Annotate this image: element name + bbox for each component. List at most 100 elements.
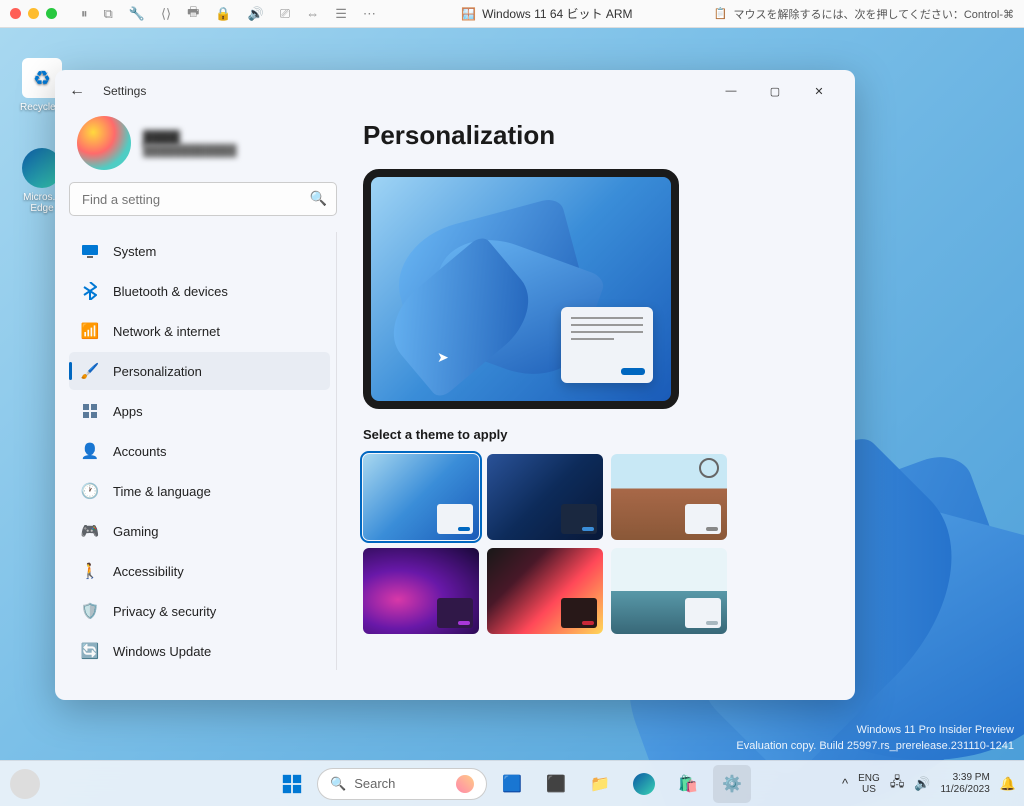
widgets-button[interactable] bbox=[10, 769, 40, 799]
search-icon: 🔍 bbox=[330, 776, 346, 792]
nav-icon: 🖌️ bbox=[81, 362, 99, 380]
nav-label: Bluetooth & devices bbox=[113, 284, 228, 299]
maximize-button[interactable]: ▢ bbox=[753, 76, 797, 106]
nav-icon: 📶 bbox=[81, 322, 99, 340]
copilot-button[interactable]: 🟦 bbox=[493, 765, 531, 803]
sidebar-item-bluetooth-devices[interactable]: Bluetooth & devices bbox=[69, 272, 330, 310]
theme-captured-motion[interactable] bbox=[611, 548, 727, 634]
nav-label: Windows Update bbox=[113, 644, 211, 659]
search-highlight-icon bbox=[456, 775, 474, 793]
theme-dark[interactable] bbox=[487, 454, 603, 540]
language-indicator[interactable]: ENG US bbox=[858, 773, 880, 795]
sidebar-item-network-internet[interactable]: 📶 Network & internet bbox=[69, 312, 330, 350]
search-input[interactable] bbox=[69, 182, 337, 216]
sound-icon[interactable]: 🔊 bbox=[244, 6, 268, 22]
search-box: 🔍 bbox=[69, 182, 337, 216]
minimize-button[interactable]: — bbox=[709, 76, 753, 106]
settings-window: ← Settings — ▢ ✕ ████ ████████████ bbox=[55, 70, 855, 700]
theme-glow[interactable] bbox=[363, 548, 479, 634]
back-button[interactable]: ← bbox=[69, 82, 85, 100]
avatar bbox=[77, 116, 131, 170]
vm-toolbar: ⏸ ⧉ 🔧 ⟨⟩ 🖶 🔒 🔊 ⎚ ⇔ ☰ ⋯ 🪟 Windows 11 64 ビ… bbox=[0, 0, 1024, 28]
camera-icon[interactable]: ⎚ bbox=[276, 6, 294, 22]
list-icon[interactable]: ☰ bbox=[331, 6, 351, 22]
nav-label: Privacy & security bbox=[113, 604, 216, 619]
nav-icon bbox=[81, 402, 99, 420]
explorer-button[interactable]: 📁 bbox=[581, 765, 619, 803]
edge-taskbar-button[interactable] bbox=[625, 765, 663, 803]
nav-icon: 🕐 bbox=[81, 482, 99, 500]
theme-light[interactable] bbox=[363, 454, 479, 540]
vm-hint-text: マウスを解除するには、次を押してください：Control-⌘ bbox=[734, 6, 1014, 22]
usb-icon[interactable]: ⇔ bbox=[302, 6, 323, 21]
profile-email: ████████████ bbox=[143, 145, 237, 157]
traffic-lights bbox=[10, 8, 57, 19]
sidebar-item-gaming[interactable]: 🎮 Gaming bbox=[69, 512, 330, 550]
close-traffic-light[interactable] bbox=[10, 8, 21, 19]
taskbar: 🔍 Search 🟦 ⬛ 📁 🛍️ ⚙️ ^ ENG US 🖧 🔊 3:39 P… bbox=[0, 760, 1024, 806]
preview-card bbox=[561, 307, 653, 383]
sidebar-item-personalization[interactable]: 🖌️Personalization bbox=[69, 352, 330, 390]
nav-label: Network & internet bbox=[113, 324, 220, 339]
time-text: 3:39 PM bbox=[941, 772, 990, 784]
fullscreen-traffic-light[interactable] bbox=[46, 8, 57, 19]
sidebar-item-time-language[interactable]: 🕐Time & language bbox=[69, 472, 330, 510]
sidebar-item-accessibility[interactable]: 🚶 Accessibility bbox=[69, 552, 330, 590]
theme-flow[interactable] bbox=[487, 548, 603, 634]
settings-titlebar: ← Settings — ▢ ✕ bbox=[55, 70, 855, 112]
nav-label: Accessibility bbox=[113, 564, 184, 579]
theme-grid bbox=[363, 454, 827, 634]
watermark-line2: Evaluation copy. Build 25997.rs_prerelea… bbox=[736, 739, 1014, 754]
nav-icon: 🛡️ bbox=[81, 602, 99, 620]
volume-icon[interactable]: 🔊 bbox=[914, 776, 930, 792]
task-view-button[interactable]: ⬛ bbox=[537, 765, 575, 803]
snapshot-icon[interactable]: ⧉ bbox=[100, 6, 117, 22]
nav-icon bbox=[81, 282, 99, 300]
nav-icon bbox=[81, 242, 99, 260]
sidebar-item-system[interactable]: System bbox=[69, 232, 330, 270]
tray-chevron-icon[interactable]: ^ bbox=[842, 776, 848, 791]
profile-name: ████ bbox=[143, 130, 237, 145]
nav-icon: 🚶 bbox=[81, 562, 99, 580]
nav-label: Apps bbox=[113, 404, 143, 419]
theme-sunrise[interactable] bbox=[611, 454, 727, 540]
theme-preview: ➤ bbox=[363, 169, 679, 409]
network-icon[interactable]: 🖧 bbox=[890, 773, 905, 795]
wrench-icon[interactable]: 🔧 bbox=[125, 6, 149, 22]
sidebar-item-accounts[interactable]: 👤Accounts bbox=[69, 432, 330, 470]
window-controls: — ▢ ✕ bbox=[709, 76, 841, 106]
clipboard-icon: 📋 bbox=[714, 7, 728, 20]
taskbar-center: 🔍 Search 🟦 ⬛ 📁 🛍️ ⚙️ bbox=[273, 765, 751, 803]
nav-label: Accounts bbox=[113, 444, 166, 459]
close-button[interactable]: ✕ bbox=[797, 76, 841, 106]
store-button[interactable]: 🛍️ bbox=[669, 765, 707, 803]
code-icon[interactable]: ⟨⟩ bbox=[157, 6, 175, 22]
dots-icon[interactable]: ⋯ bbox=[359, 6, 380, 22]
search-icon[interactable]: 🔍 bbox=[310, 190, 327, 207]
pause-icon[interactable]: ⏸ bbox=[77, 6, 92, 22]
nav-list: System Bluetooth & devices 📶 Network & inte… bbox=[69, 232, 337, 670]
settings-taskbar-button[interactable]: ⚙️ bbox=[713, 765, 751, 803]
clock[interactable]: 3:39 PM 11/26/2023 bbox=[941, 772, 990, 796]
profile-section[interactable]: ████ ████████████ bbox=[69, 112, 337, 182]
taskbar-search[interactable]: 🔍 Search bbox=[317, 768, 487, 800]
watermark: Windows 11 Pro Insider Preview Evaluatio… bbox=[736, 723, 1014, 754]
settings-main: Personalization ➤ Select a theme to appl… bbox=[351, 112, 855, 700]
sidebar-item-windows-update[interactable]: 🔄Windows Update bbox=[69, 632, 330, 670]
lang-primary: ENG bbox=[858, 773, 880, 784]
nav-label: Gaming bbox=[113, 524, 159, 539]
sidebar-item-apps[interactable]: Apps bbox=[69, 392, 330, 430]
settings-title: Settings bbox=[103, 84, 146, 98]
vm-title: 🪟 Windows 11 64 ビット ARM bbox=[461, 5, 632, 22]
notifications-icon[interactable]: 🔔 bbox=[1000, 776, 1016, 792]
start-button[interactable] bbox=[273, 765, 311, 803]
nav-icon: 🎮 bbox=[81, 522, 99, 540]
nav-label: System bbox=[113, 244, 156, 259]
theme-section-label: Select a theme to apply bbox=[363, 427, 827, 442]
cursor-icon: ➤ bbox=[437, 349, 449, 366]
desktop[interactable]: ♻ Recycle... Micros... Edge ← Settings —… bbox=[0, 28, 1024, 806]
printer-icon[interactable]: 🖶 bbox=[183, 3, 203, 25]
minimize-traffic-light[interactable] bbox=[28, 8, 39, 19]
lock-icon[interactable]: 🔒 bbox=[211, 6, 235, 22]
sidebar-item-privacy-security[interactable]: 🛡️ Privacy & security bbox=[69, 592, 330, 630]
